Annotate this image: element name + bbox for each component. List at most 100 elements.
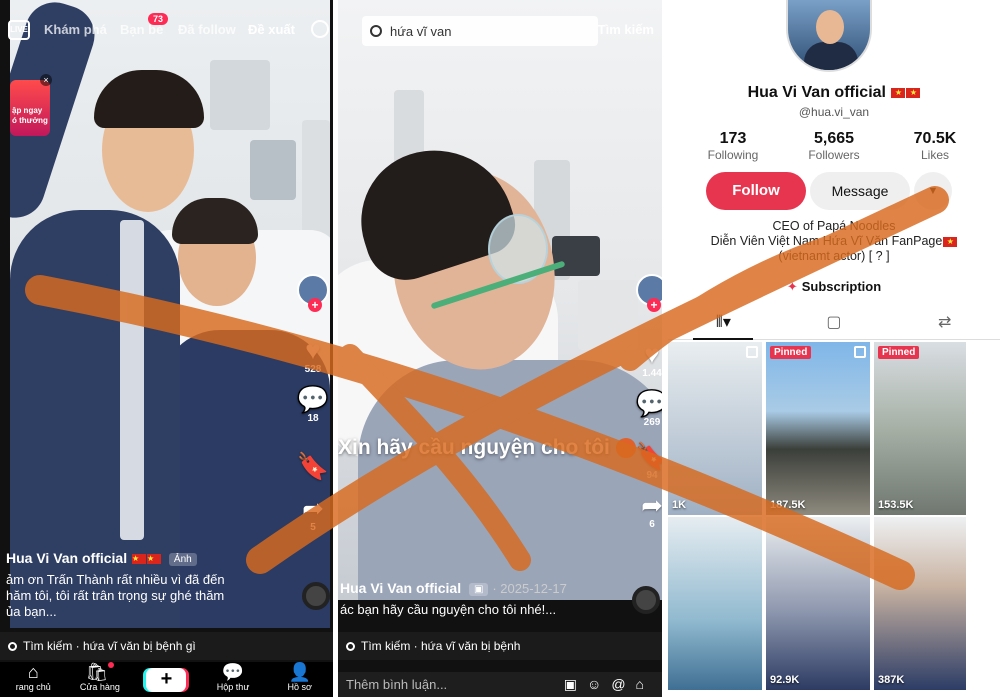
like-count: 528: [304, 364, 322, 375]
promo-banner[interactable]: ập ngay ó thưởng: [10, 80, 50, 136]
close-icon[interactable]: ×: [40, 74, 52, 86]
patient-oxygen-photo[interactable]: [338, 0, 662, 600]
image-icon[interactable]: ▣: [564, 676, 587, 692]
pinned-badge: Pinned: [878, 346, 920, 359]
music-disc-icon[interactable]: [632, 586, 660, 614]
view-count: 92.9K: [770, 674, 800, 686]
vn-flag-icon: ★: [906, 87, 921, 98]
nav-create[interactable]: +: [136, 662, 196, 692]
share-icon[interactable]: ➦: [634, 491, 662, 519]
video-caption: Hua Vi Van official ▣ · 2025-12-17 ác bạ…: [340, 580, 640, 618]
video-thumb[interactable]: Pinned 153.5K: [874, 342, 966, 515]
tab-for-you[interactable]: Đề xuất: [248, 22, 295, 37]
avatar-face: [816, 10, 844, 44]
comment-input[interactable]: Thêm bình luận... ▣☺@⌂: [338, 672, 662, 697]
share-icon[interactable]: ➦: [295, 494, 331, 522]
bio-line-2: Diễn Viên Việt Nam Hứa Vĩ Văn FanPage: [710, 234, 943, 248]
nav-home-label: rang chủ: [15, 682, 51, 692]
stat-followers[interactable]: 5,665 Followers: [789, 130, 879, 162]
video-thumb[interactable]: Pinned 187.5K: [766, 342, 870, 515]
search-button[interactable]: Tìm kiếm: [598, 22, 654, 37]
follow-plus-icon[interactable]: +: [308, 298, 322, 312]
profile-avatar[interactable]: [786, 0, 872, 72]
share-count: 5: [310, 522, 316, 533]
video-thumb[interactable]: [668, 517, 762, 690]
shop-icon: 🛍: [70, 662, 130, 682]
mention-icon[interactable]: @: [611, 676, 635, 692]
tab-reposts-icon[interactable]: ⇄: [915, 308, 975, 340]
author-row: Hua Vi Van official ★ ★ Ảnh: [6, 550, 306, 566]
multi-photo-icon: [746, 346, 758, 358]
video-thumb[interactable]: 1K: [668, 342, 762, 515]
comment-icon[interactable]: 💬: [295, 385, 331, 413]
video-thumb[interactable]: 92.9K: [766, 517, 870, 690]
hospital-selfie-photo[interactable]: [10, 0, 330, 628]
comment-tools: ▣☺@⌂: [564, 672, 654, 697]
search-icon[interactable]: [311, 20, 329, 38]
avatar-body: [804, 42, 858, 70]
photo-pill: Ảnh: [168, 552, 197, 566]
tab-explore[interactable]: Khám phá: [44, 22, 107, 37]
bookmark-icon[interactable]: 🔖: [634, 442, 662, 470]
post-date: · 2025-12-17: [492, 581, 567, 596]
tab-videos-grid-icon[interactable]: ⦀▾: [693, 308, 754, 340]
bookmark-icon[interactable]: 🔖: [295, 452, 331, 480]
search-icon: [8, 641, 17, 651]
follow-button[interactable]: Follow: [706, 172, 806, 210]
emoji-icon[interactable]: ☺: [587, 676, 611, 692]
profile-tabs: ⦀▾ ▢ ⇄: [668, 308, 1000, 340]
vn-flag-icon: ★: [132, 554, 147, 565]
nav-home[interactable]: ⌂ rang chủ: [3, 662, 63, 692]
friends-badge: 73: [148, 13, 169, 25]
search-input[interactable]: hứa vĩ van: [362, 16, 598, 46]
photo-mode-icon: ▣: [469, 582, 489, 596]
follow-plus-icon[interactable]: +: [647, 298, 661, 312]
heart-icon[interactable]: ♥: [295, 336, 331, 364]
video-thumb[interactable]: 387K: [874, 517, 966, 690]
live-icon[interactable]: LIVE: [8, 20, 30, 40]
heart-icon[interactable]: ♥: [634, 340, 662, 368]
stat-following[interactable]: 173 Following: [688, 130, 778, 162]
home-icon: ⌂: [27, 662, 39, 682]
related-search-bar[interactable]: Tìm kiếm · hứa vĩ văn bị bệnh gì: [0, 632, 333, 660]
profile-panel: Hua Vi Van official ★ ★ @hua.vi_van 173 F…: [668, 0, 1000, 697]
video-caption: Hua Vi Van official ★ ★ Ảnh ảm ơn Trấn Th…: [6, 550, 306, 620]
overlay-text-label: Xin hãy cầu nguyện cho tôi: [338, 436, 610, 459]
following-count: 173: [719, 130, 747, 147]
view-count: 187.5K: [770, 499, 806, 511]
subscription-link[interactable]: ✦ Subscription: [668, 279, 1000, 295]
profile-name: Hua Vi Van official: [747, 84, 886, 101]
related-search-bar[interactable]: Tìm kiếm · hứa vĩ văn bị bệnh: [338, 632, 662, 660]
music-disc-icon[interactable]: [302, 582, 330, 610]
nav-inbox[interactable]: 💬 Hộp thư: [203, 662, 263, 692]
related-search-text: Tìm kiếm · hứa vĩ văn bị bệnh: [361, 639, 521, 653]
comment-icon[interactable]: 💬: [634, 389, 662, 417]
stat-likes: 70.5K Likes: [890, 130, 980, 162]
chevron-down-icon[interactable]: ▼: [914, 172, 952, 210]
nav-profile-label: Hồ sơ: [287, 682, 312, 692]
bio-line-2-row: Diễn Viên Việt Nam Hứa Vĩ Văn FanPage ★: [668, 234, 1000, 249]
gift-icon[interactable]: ⌂: [636, 676, 654, 692]
video-description[interactable]: ác bạn hãy cầu nguyện cho tôi nhé!...: [340, 602, 640, 618]
bio-line-1: CEO of Papá Noodles: [772, 219, 896, 233]
creator-avatar[interactable]: +: [636, 274, 662, 312]
message-button[interactable]: Message: [810, 172, 910, 210]
pinned-badge: Pinned: [770, 346, 812, 359]
author-name[interactable]: Hua Vi Van official: [6, 550, 127, 566]
nav-shop[interactable]: 🛍 Cửa hàng: [70, 662, 130, 692]
likes-label: Likes: [920, 148, 949, 162]
following-label: Following: [707, 148, 759, 162]
tab-following[interactable]: Đã follow: [178, 22, 236, 37]
followers-count: 5,665: [813, 130, 855, 147]
action-sidebar: + ♥ 528 💬 18 🔖 ➦ 5: [295, 274, 331, 533]
author-name[interactable]: Hua Vi Van official: [340, 580, 461, 596]
video-description[interactable]: ảm ơn Trấn Thành rất nhiều vì đã đến hăm…: [6, 572, 306, 620]
profile-bio: CEO of Papá Noodles Diễn Viên Việt Nam H…: [668, 219, 1000, 264]
view-count: 153.5K: [878, 499, 914, 511]
creator-avatar[interactable]: +: [297, 274, 329, 312]
tab-saved-icon[interactable]: ▢: [804, 308, 864, 340]
search-input-value: hứa vĩ van: [390, 23, 452, 39]
save-count: 94: [646, 470, 658, 481]
view-count: 387K: [878, 674, 905, 686]
nav-profile[interactable]: 👤 Hồ sơ: [270, 662, 330, 692]
